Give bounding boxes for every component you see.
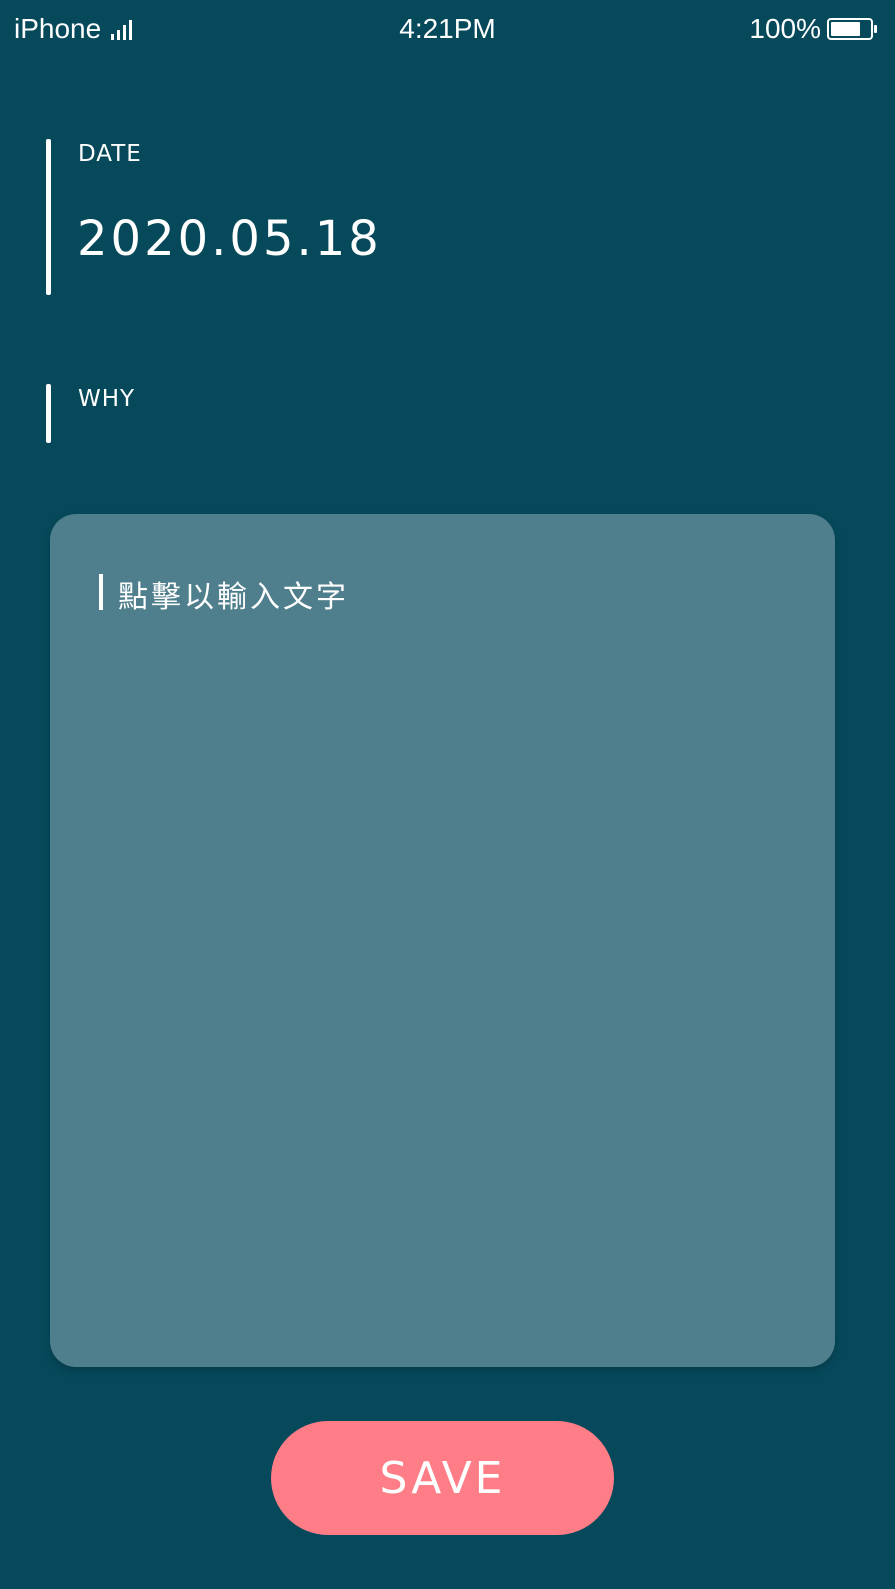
date-field[interactable]: DATE 2020.05.18 (46, 139, 379, 295)
battery-full-icon (827, 18, 877, 40)
why-text-card[interactable] (50, 514, 835, 1367)
battery-percent: 100% (749, 13, 821, 44)
why-label: WHY (78, 386, 136, 412)
save-button[interactable]: SAVE (271, 1421, 614, 1535)
battery-group: 100% (749, 12, 879, 46)
why-field: WHY (46, 384, 134, 443)
date-value[interactable]: 2020.05.18 (77, 211, 382, 267)
status-bar: iPhone 4:21PM 100% (0, 0, 895, 60)
date-label: DATE (78, 141, 142, 167)
why-text-input[interactable] (50, 514, 835, 1367)
